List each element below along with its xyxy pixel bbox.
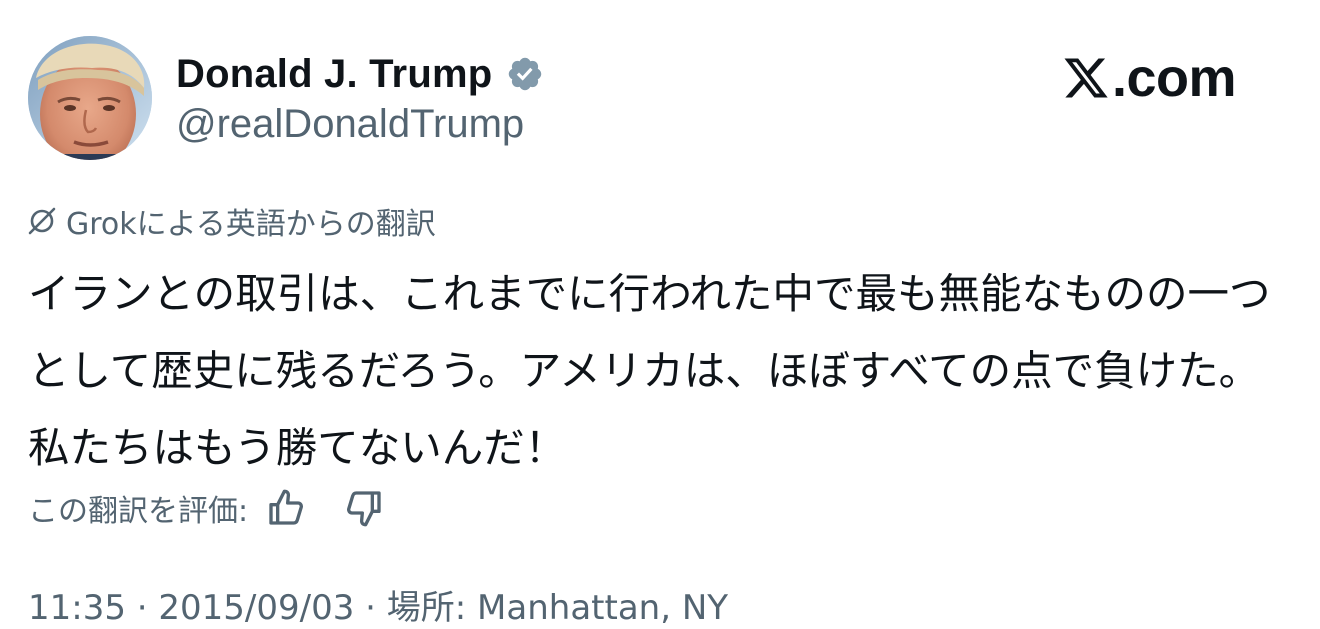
brand-text: .com [1112, 48, 1237, 108]
rating-label: この翻訳を評価: [28, 494, 249, 529]
translation-rating: この翻訳を評価: [28, 484, 388, 532]
tweet-metadata: 11:35 · 2015/09/03 · 場所: Manhattan, NY [28, 588, 729, 628]
avatar[interactable] [28, 36, 152, 160]
thumbs-down-icon [347, 491, 381, 527]
translation-note: Grokによる英語からの翻訳 [26, 201, 436, 242]
translation-note-text: Grokによる英語からの翻訳 [66, 207, 436, 242]
thumbs-up-button[interactable] [262, 484, 310, 532]
x-logo-icon [1062, 54, 1110, 102]
author-handle[interactable]: @realDonaldTrump [176, 102, 524, 147]
avatar-portrait [28, 36, 152, 160]
thumbs-up-icon [269, 489, 304, 525]
grok-icon [26, 205, 58, 237]
author-name-row: Donald J. Trump [176, 50, 544, 98]
tweet-text: イランとの取引は、これまでに行われた中で最も無能なものの一つとして歴史に残るだろ… [28, 269, 1271, 472]
verified-badge-icon [506, 55, 544, 93]
thumbs-down-button[interactable] [340, 484, 388, 532]
brand-watermark: .com [1062, 46, 1237, 110]
author-display-name[interactable]: Donald J. Trump [176, 52, 492, 97]
